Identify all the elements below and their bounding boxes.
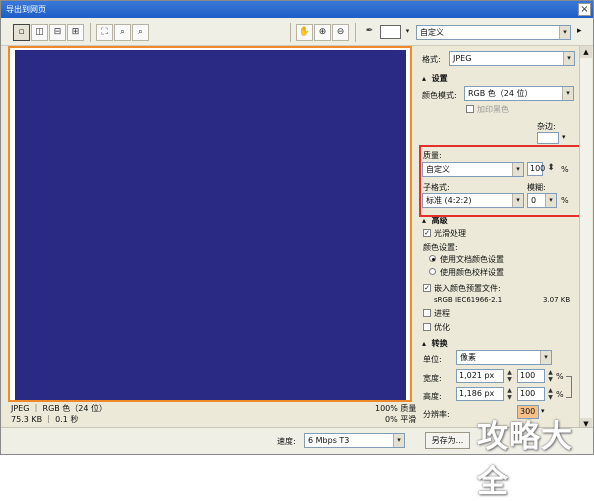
fit-icon[interactable]: ⛶: [96, 24, 113, 41]
smooth-label: 光滑处理: [434, 229, 466, 238]
embed-profile-label: 嵌入颜色预置文件:: [434, 284, 501, 293]
add-black-label: 加印黑色: [477, 105, 509, 114]
format-label: 格式:: [422, 55, 441, 64]
preview-frame: [8, 46, 412, 402]
matte-dropdown-icon[interactable]: ▾: [562, 133, 566, 141]
width-input[interactable]: 1,021 px: [456, 369, 504, 383]
height-pct-spinner-icon[interactable]: ▲ ▼: [546, 387, 555, 401]
width-label: 宽度:: [423, 374, 442, 383]
colormode-select[interactable]: RGB 色（24 位） ▾: [464, 86, 574, 101]
width-pct-input[interactable]: 100: [517, 369, 545, 383]
use-doc-color-label: 使用文档颜色设置: [440, 255, 504, 264]
watermark-logo: 攻略大全: [477, 419, 573, 500]
resolution-label: 分辨率:: [423, 410, 450, 419]
eyedropper-icon[interactable]: ✒: [361, 24, 378, 41]
toolbar-separator: [355, 23, 356, 42]
format-select[interactable]: JPEG ▾: [449, 51, 575, 66]
swatch-dropdown[interactable]: ▾: [401, 25, 413, 40]
status-format: JPEG ｜ RGB 色（24 位）: [11, 404, 108, 413]
matte-label: 杂边:: [537, 122, 556, 131]
toolbar: ▫ ◫ ⊟ ⊞ ⛶ ⌕ ⌕ ✋ ⊕ ⊖ ✒ ▾ 自定义 ▾ ▸: [1, 18, 593, 46]
matte-color-swatch[interactable]: [537, 132, 559, 144]
status-smooth: 0% 平滑: [385, 415, 417, 424]
layout-3-icon[interactable]: ⊟: [49, 24, 66, 41]
colorset-label: 颜色设置:: [423, 243, 458, 252]
width-spinner-icon[interactable]: ▲ ▼: [505, 369, 514, 383]
profile-size: 3.07 KB: [543, 296, 571, 304]
status-size: 75.3 KB ｜ 0.1 秒: [11, 415, 79, 424]
toolbar-separator: [90, 23, 91, 42]
speed-label: 速度:: [277, 437, 296, 446]
height-spinner-icon[interactable]: ▲ ▼: [505, 387, 514, 401]
hand-icon[interactable]: ✋: [296, 24, 313, 41]
zoom-out-icon[interactable]: ⊖: [332, 24, 349, 41]
transform-section[interactable]: ▴ 转换: [422, 338, 448, 349]
layout-4-icon[interactable]: ⊞: [67, 24, 84, 41]
embed-profile-checkbox[interactable]: ✓: [423, 284, 431, 292]
speed-select[interactable]: 6 Mbps T3 ▾: [304, 433, 405, 448]
progressive-label: 进程: [434, 309, 450, 318]
unit-label: 单位:: [423, 355, 442, 364]
save-as-button[interactable]: 另存为...: [425, 432, 470, 449]
height-input[interactable]: 1,186 px: [456, 387, 504, 401]
panel-menu-icon[interactable]: ▸: [577, 26, 582, 36]
width-pct-unit: %: [556, 372, 564, 381]
status-quality: 100% 质量: [375, 404, 417, 413]
height-pct-unit: %: [556, 390, 564, 399]
export-web-window: 导出到网页 × ▫ ◫ ⊟ ⊞ ⛶ ⌕ ⌕ ✋ ⊕ ⊖ ✒ ▾ 自定义 ▾ ▸ …: [0, 0, 594, 500]
zoom-in-icon[interactable]: ⊕: [314, 24, 331, 41]
colormode-label: 颜色模式:: [422, 91, 457, 100]
close-button[interactable]: ×: [578, 3, 591, 16]
preview-image[interactable]: [15, 50, 406, 400]
window-title: 导出到网页: [6, 5, 46, 14]
link-proportions-icon[interactable]: [566, 376, 572, 398]
use-proof-color-radio[interactable]: [429, 268, 436, 275]
use-proof-color-label: 使用颜色校样设置: [440, 268, 504, 277]
zoom-100-icon[interactable]: ⌕: [114, 24, 131, 41]
settings-panel: 格式: JPEG ▾ ▴ 设置 颜色模式: RGB 色（24 位） ▾ 加印黑色…: [416, 46, 580, 434]
scroll-up-icon[interactable]: ▲: [580, 46, 592, 58]
title-bar: 导出到网页 ×: [1, 1, 593, 18]
unit-select[interactable]: 像素 ▾: [456, 350, 552, 365]
height-label: 高度:: [423, 392, 442, 401]
layout-2-icon[interactable]: ◫: [31, 24, 48, 41]
panel-scrollbar[interactable]: ▲ ▼: [579, 46, 592, 434]
optimize-checkbox[interactable]: [423, 323, 431, 331]
profile-name: sRGB IEC61966-2.1: [434, 296, 503, 304]
width-pct-spinner-icon[interactable]: ▲ ▼: [546, 369, 555, 383]
settings-section[interactable]: ▴ 设置: [422, 73, 448, 84]
use-doc-color-radio[interactable]: [429, 255, 436, 262]
smooth-checkbox[interactable]: ✓: [423, 229, 431, 237]
toolbar-separator: [290, 23, 291, 42]
optimize-label: 优化: [434, 323, 450, 332]
layout-1-icon[interactable]: ▫: [13, 24, 30, 41]
add-black-checkbox[interactable]: [466, 105, 474, 113]
preset-select[interactable]: 自定义 ▾: [416, 25, 571, 40]
progressive-checkbox[interactable]: [423, 309, 431, 317]
zoom-fit-icon[interactable]: ⌕: [132, 24, 149, 41]
highlight-box: [419, 145, 581, 217]
color-swatch[interactable]: [380, 25, 401, 39]
height-pct-input[interactable]: 100: [517, 387, 545, 401]
